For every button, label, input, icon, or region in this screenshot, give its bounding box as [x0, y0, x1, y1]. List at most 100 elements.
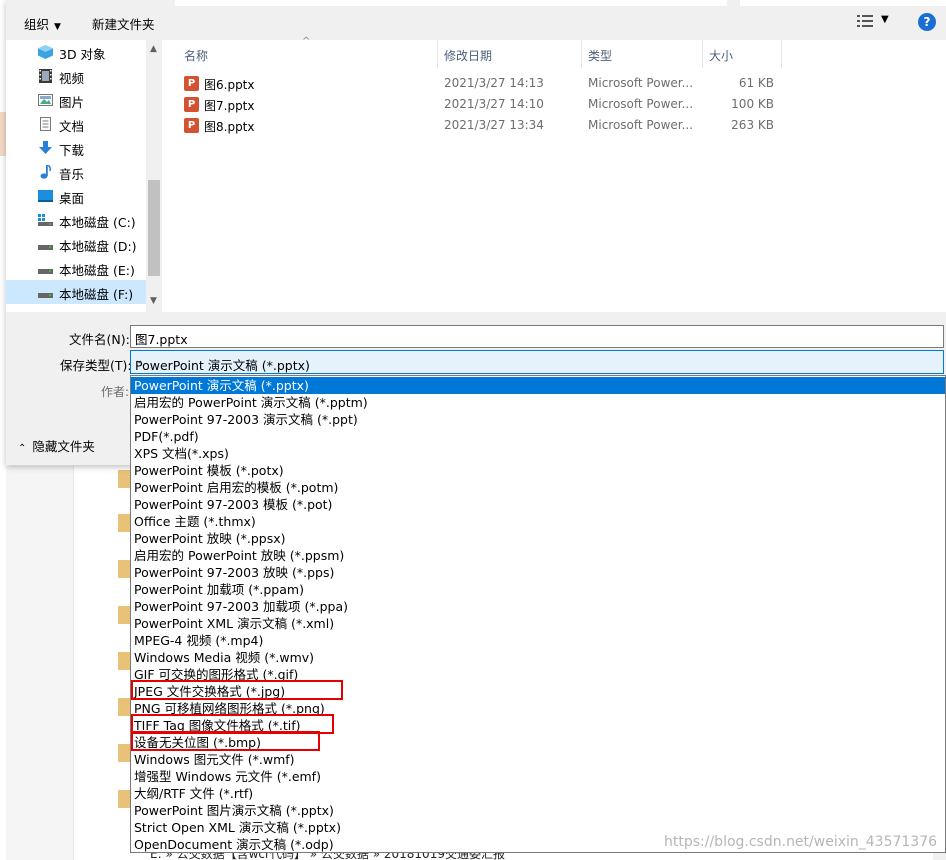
author-label: 作者: [101, 385, 130, 399]
organize-button[interactable]: 组织 ▼ [24, 14, 61, 33]
savetype-option[interactable]: Windows 图元文件 (*.wmf) [131, 751, 945, 768]
filename-input[interactable]: 图7.pptx ⌄ [130, 325, 944, 348]
organize-label: 组织 [24, 17, 50, 32]
file-date: 2021/3/27 14:13 [444, 76, 544, 90]
nav-item-desktop[interactable]: 桌面 [6, 184, 146, 208]
file-size: 100 KB [731, 97, 774, 111]
new-folder-button[interactable]: 新建文件夹 [92, 14, 155, 33]
column-header-type[interactable]: 类型 [582, 40, 703, 68]
hide-folders-label: 隐藏文件夹 [32, 439, 95, 454]
nav-item-drive-c[interactable]: 本地磁盘 (C:) [6, 208, 146, 232]
nav-label: 3D 对象 [59, 47, 106, 62]
column-header-size[interactable]: 大小 [703, 40, 782, 68]
nav-item-drive-f[interactable]: 本地磁盘 (F:) [6, 280, 146, 304]
savetype-option[interactable]: PowerPoint 演示文稿 (*.pptx) [131, 377, 945, 394]
column-header-name[interactable]: 名称 ^ [162, 36, 438, 68]
view-options-icon[interactable] [857, 14, 873, 28]
nav-label: 下载 [59, 143, 85, 158]
file-date: 2021/3/27 13:34 [444, 118, 544, 132]
savetype-option[interactable]: 启用宏的 PowerPoint 放映 (*.ppsm) [131, 547, 945, 564]
filename-label: 文件名(N): [69, 332, 130, 347]
savetype-option[interactable]: PowerPoint 97-2003 演示文稿 (*.ppt) [131, 411, 945, 428]
savetype-dropdown-list: PowerPoint 演示文稿 (*.pptx) 启用宏的 PowerPoint … [130, 375, 946, 853]
music-icon [40, 165, 51, 179]
navigation-pane: 3D 对象 视频 图片 文档 下载 音乐 桌面 本地磁盘 (C:) 本地磁盘 (… [6, 40, 162, 312]
toolbar-separator [175, 0, 727, 6]
powerpoint-file-icon: P [184, 118, 199, 133]
savetype-option[interactable]: PowerPoint XML 演示文稿 (*.xml) [131, 615, 945, 632]
savetype-option[interactable]: Windows Media 视频 (*.wmv) [131, 649, 945, 666]
chevron-down-icon[interactable]: ⌄ [135, 355, 938, 366]
file-date: 2021/3/27 14:10 [444, 97, 544, 111]
nav-item-3d-objects[interactable]: 3D 对象 [6, 40, 146, 64]
nav-label: 本地磁盘 (C:) [59, 215, 136, 230]
sort-ascending-icon: ^ [302, 36, 311, 47]
savetype-option[interactable]: 启用宏的 PowerPoint 演示文稿 (*.pptm) [131, 394, 945, 411]
savetype-option[interactable]: Office 主题 (*.thmx) [131, 513, 945, 530]
nav-item-downloads[interactable]: 下载 [6, 136, 146, 160]
file-row[interactable]: P 图8.pptx 2021/3/27 13:34 Microsoft Powe… [162, 115, 946, 136]
savetype-option[interactable]: PDF(*.pdf) [131, 428, 945, 445]
savetype-option[interactable]: PowerPoint 97-2003 放映 (*.pps) [131, 564, 945, 581]
background-sidebar [6, 466, 74, 860]
downloads-icon [39, 141, 52, 154]
file-name: 图8.pptx [204, 120, 255, 134]
system-drive-icon [38, 214, 53, 226]
chevron-up-icon[interactable]: ▲ [150, 44, 157, 54]
savetype-option[interactable]: PowerPoint 97-2003 模板 (*.pot) [131, 496, 945, 513]
nav-item-drive-e[interactable]: 本地磁盘 (E:) [6, 256, 146, 280]
chevron-down-icon[interactable]: ▼ [150, 296, 157, 306]
file-name: 图6.pptx [204, 78, 255, 92]
savetype-option[interactable]: MPEG-4 视频 (*.mp4) [131, 632, 945, 649]
nav-label: 本地磁盘 (D:) [59, 239, 137, 254]
nav-item-documents[interactable]: 文档 [6, 112, 146, 136]
savetype-option[interactable]: PowerPoint 加载项 (*.ppam) [131, 581, 945, 598]
savetype-label: 保存类型(T): [60, 358, 132, 373]
file-type: Microsoft Power... [588, 97, 694, 111]
savetype-option[interactable]: PowerPoint 放映 (*.ppsx) [131, 530, 945, 547]
hide-folders-button[interactable]: ⌃ 隐藏文件夹 [18, 436, 95, 455]
savetype-option[interactable]: 增强型 Windows 元文件 (*.emf) [131, 768, 945, 785]
desktop-icon [38, 190, 53, 202]
savetype-option[interactable]: PowerPoint 模板 (*.potx) [131, 462, 945, 479]
nav-item-music[interactable]: 音乐 [6, 160, 146, 184]
file-type: Microsoft Power... [588, 118, 694, 132]
savetype-option[interactable]: 大纲/RTF 文件 (*.rtf) [131, 785, 945, 802]
savetype-option[interactable]: XPS 文档(*.xps) [131, 445, 945, 462]
video-icon [39, 69, 52, 83]
drive-icon [38, 269, 53, 274]
nav-scrollbar-thumb[interactable] [148, 180, 160, 276]
file-name: 图7.pptx [204, 99, 255, 113]
nav-item-video[interactable]: 视频 [6, 64, 146, 88]
nav-scrollbar[interactable]: ▲ ▼ [146, 40, 162, 312]
chevron-down-icon[interactable]: ⌄ [135, 329, 938, 340]
column-name-label: 名称 [184, 49, 209, 63]
powerpoint-file-icon: P [184, 76, 199, 91]
nav-label: 桌面 [59, 191, 85, 206]
nav-label: 本地磁盘 (E:) [59, 263, 135, 278]
file-type: Microsoft Power... [588, 76, 694, 90]
chevron-up-icon: ⌃ [18, 443, 27, 454]
savetype-option[interactable]: PowerPoint 图片演示文稿 (*.pptx) [131, 802, 945, 819]
watermark: https://blog.csdn.net/weixin_43571376 [664, 834, 938, 850]
savetype-option[interactable]: PowerPoint 启用宏的模板 (*.potm) [131, 479, 945, 496]
drive-icon [38, 245, 53, 250]
savetype-option[interactable]: PowerPoint 97-2003 加载项 (*.ppa) [131, 598, 945, 615]
savetype-select[interactable]: PowerPoint 演示文稿 (*.pptx) ⌄ [130, 350, 944, 374]
drive-icon [38, 293, 53, 298]
help-icon[interactable]: ? [918, 13, 936, 31]
pictures-icon [38, 94, 53, 106]
file-list: 名称 ^ 修改日期 类型 大小 P 图6.pptx 2021/3/27 14:1… [162, 36, 946, 312]
documents-icon [40, 117, 51, 131]
dialog-toolbar: 组织 ▼ 新建文件夹 ▼ ? [6, 0, 946, 44]
file-row[interactable]: P 图6.pptx 2021/3/27 14:13 Microsoft Powe… [162, 73, 946, 94]
nav-item-pictures[interactable]: 图片 [6, 88, 146, 112]
file-size: 61 KB [738, 76, 774, 90]
nav-item-drive-d[interactable]: 本地磁盘 (D:) [6, 232, 146, 256]
chevron-down-icon[interactable]: ▼ [881, 14, 889, 25]
file-size: 263 KB [731, 118, 774, 132]
highlight-box [131, 731, 320, 751]
column-header-date[interactable]: 修改日期 [438, 40, 582, 68]
3d-objects-icon [38, 45, 53, 59]
file-row[interactable]: P 图7.pptx 2021/3/27 14:10 Microsoft Powe… [162, 94, 946, 115]
